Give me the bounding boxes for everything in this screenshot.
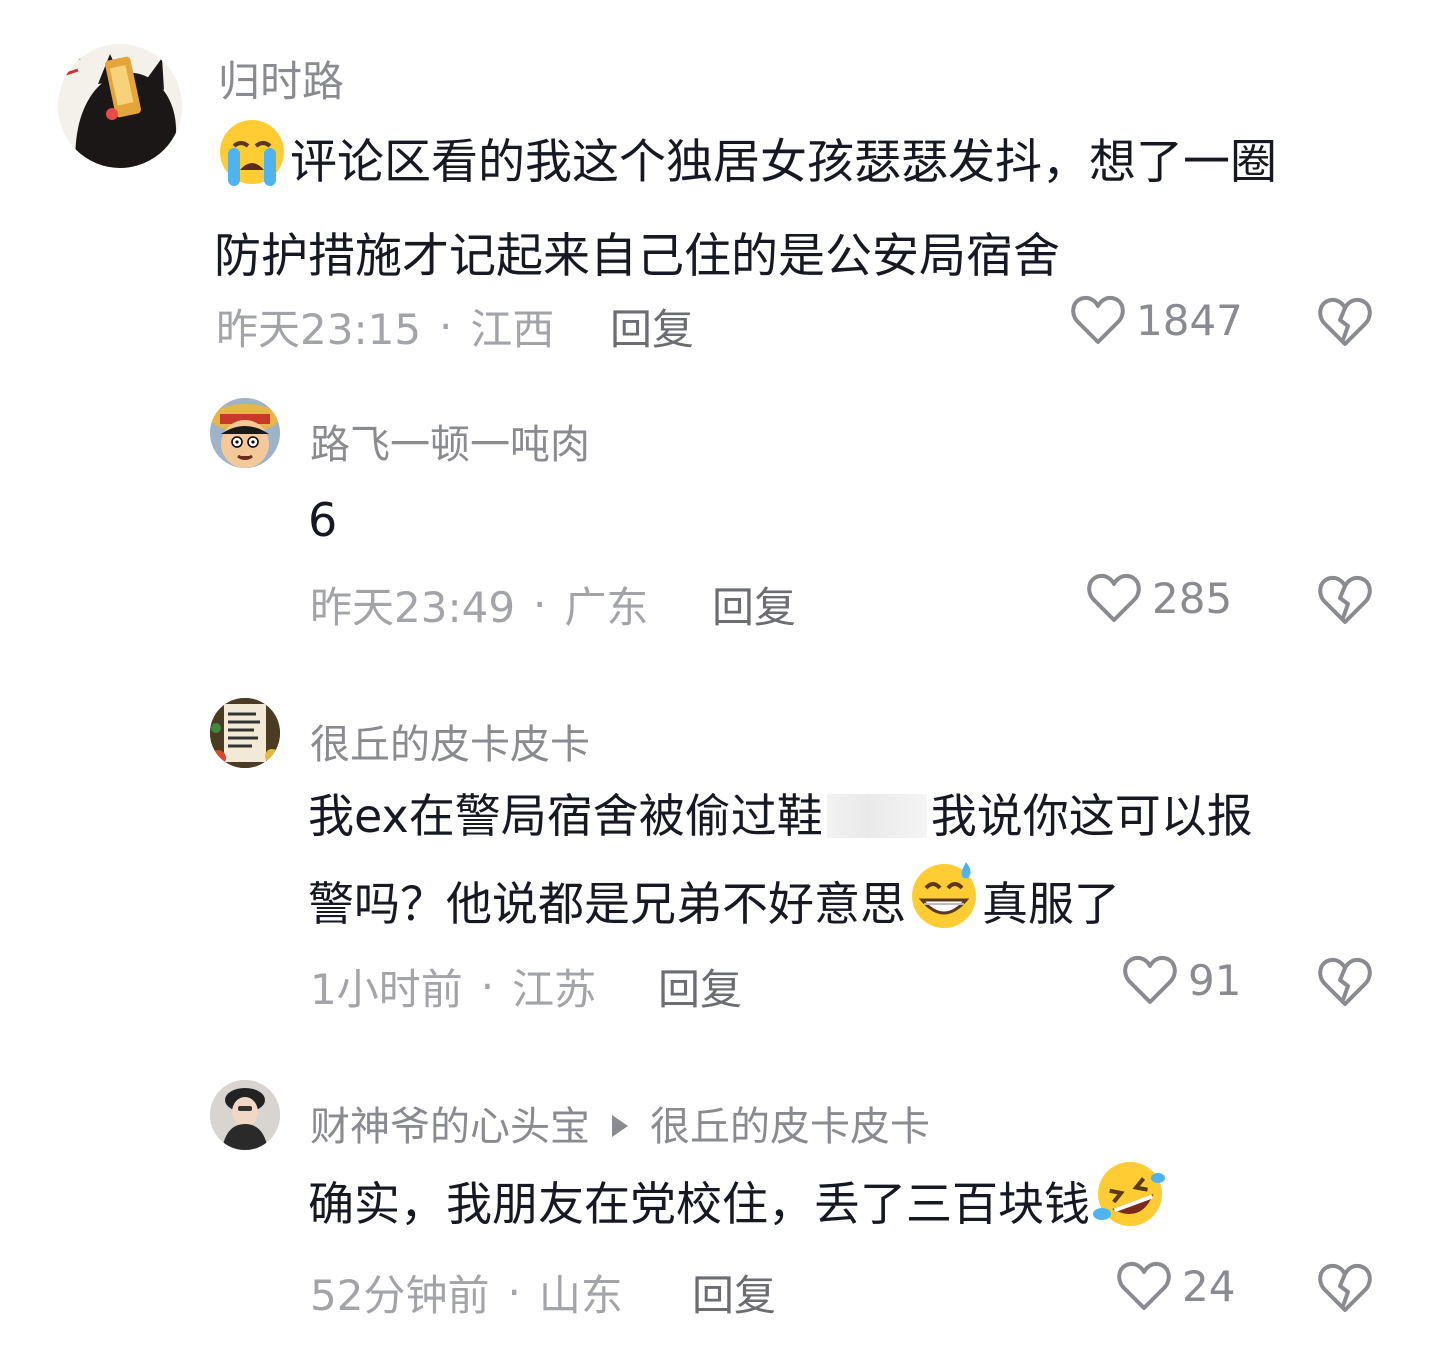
dislike-button[interactable] — [1316, 574, 1374, 630]
heart-outline-icon — [1122, 954, 1178, 1006]
comment-time: 昨天23:49 — [310, 583, 516, 632]
comment-text: 6 — [308, 478, 337, 562]
like-count: 1847 — [1136, 295, 1243, 345]
comment-username[interactable]: 财神爷的心头宝 很丘的皮卡皮卡 — [310, 1094, 930, 1152]
broken-heart-icon — [1316, 1263, 1374, 1318]
user-avatar[interactable] — [210, 398, 280, 468]
broken-heart-icon — [1316, 957, 1374, 1012]
comment-location: 江西 — [470, 305, 555, 354]
grinning-sweat-emoji-icon — [908, 858, 980, 956]
heart-outline-icon — [1086, 572, 1142, 624]
reply-target[interactable]: 很丘的皮卡皮卡 — [650, 1104, 930, 1150]
dislike-button[interactable] — [1316, 956, 1374, 1012]
comment-text-line: 防护措施才记起来自己住的是公安局宿舍 — [214, 229, 1060, 284]
broken-heart-icon — [1316, 297, 1374, 352]
comment-text-line: 我说你这可以报 — [930, 789, 1253, 843]
reply-to-arrow-icon — [612, 1115, 628, 1137]
like-button[interactable]: 91 — [1122, 954, 1241, 1006]
comment-meta: 1小时前 · 江苏 — [310, 956, 596, 1017]
comment-text: 我ex在警局宿舍被偷过鞋 我说你这可以报 警吗？他说都是兄弟不好意思 真服了 — [308, 774, 1408, 956]
broken-heart-icon — [1316, 575, 1374, 630]
comment-username[interactable]: 路飞一顿一吨肉 — [310, 412, 590, 470]
comment-location: 江苏 — [512, 965, 597, 1014]
comment-time: 52分钟前 — [310, 1271, 490, 1320]
meta-separator: · — [533, 580, 547, 629]
like-button[interactable]: 285 — [1086, 572, 1232, 624]
meta-separator: · — [439, 302, 453, 351]
heart-outline-icon — [1116, 1260, 1172, 1312]
like-count: 285 — [1152, 573, 1233, 623]
like-count: 91 — [1188, 955, 1242, 1005]
comment-meta: 昨天23:49 · 广东 — [310, 574, 648, 635]
user-avatar[interactable] — [210, 1080, 280, 1150]
blurred-region — [826, 794, 927, 838]
comment-meta: 昨天23:15 · 江西 — [216, 296, 554, 357]
comment-time: 昨天23:15 — [216, 305, 422, 354]
reply-button[interactable]: 回复 — [610, 296, 694, 357]
like-count: 24 — [1182, 1261, 1236, 1311]
rolling-laughing-emoji-icon — [1092, 1158, 1168, 1256]
comment-location: 山东 — [538, 1271, 623, 1320]
meta-separator: · — [480, 962, 495, 1011]
comment-text-line: 确实，我朋友在党校住，丢了三百块钱 — [308, 1177, 1090, 1231]
comment-time: 1小时前 — [310, 965, 463, 1014]
comment-text-line: 警吗？他说都是兄弟不好意思 — [308, 877, 906, 931]
loudly-crying-emoji-icon — [216, 116, 288, 215]
comment-username[interactable]: 归时路 — [218, 48, 344, 109]
like-button[interactable]: 24 — [1116, 1260, 1235, 1312]
comment-item: 归时路 评论区看的我这个独居女孩瑟瑟发抖，想了一圈 防护措施才记起来自己住的是公… — [0, 0, 1440, 370]
reply-button[interactable]: 回复 — [712, 574, 796, 635]
comment-text-line: 评论区看的我这个独居女孩瑟瑟发抖，想了一圈 — [290, 135, 1277, 190]
comment-text-line: 我ex在警局宿舍被偷过鞋 — [308, 789, 823, 843]
comment-meta: 52分钟前 · 山东 — [310, 1262, 623, 1323]
comment-text-line: 6 — [308, 493, 338, 547]
comment-text: 确实，我朋友在党校住，丢了三百块钱 — [308, 1158, 1408, 1256]
user-avatar[interactable] — [210, 698, 280, 768]
reply-button[interactable]: 回复 — [658, 956, 742, 1017]
reply-button[interactable]: 回复 — [692, 1262, 776, 1323]
comment-text: 评论区看的我这个独居女孩瑟瑟发抖，想了一圈 防护措施才记起来自己住的是公安局宿舍 — [214, 116, 1414, 299]
meta-separator: · — [507, 1268, 521, 1317]
heart-outline-icon — [1070, 294, 1126, 346]
comment-location: 广东 — [564, 583, 649, 632]
comment-username[interactable]: 很丘的皮卡皮卡 — [310, 712, 590, 770]
user-avatar[interactable] — [58, 44, 182, 168]
reply-author[interactable]: 财神爷的心头宝 — [310, 1104, 590, 1150]
dislike-button[interactable] — [1316, 296, 1374, 352]
like-button[interactable]: 1847 — [1070, 294, 1243, 346]
comment-text-line: 真服了 — [982, 877, 1120, 931]
dislike-button[interactable] — [1316, 1262, 1374, 1318]
